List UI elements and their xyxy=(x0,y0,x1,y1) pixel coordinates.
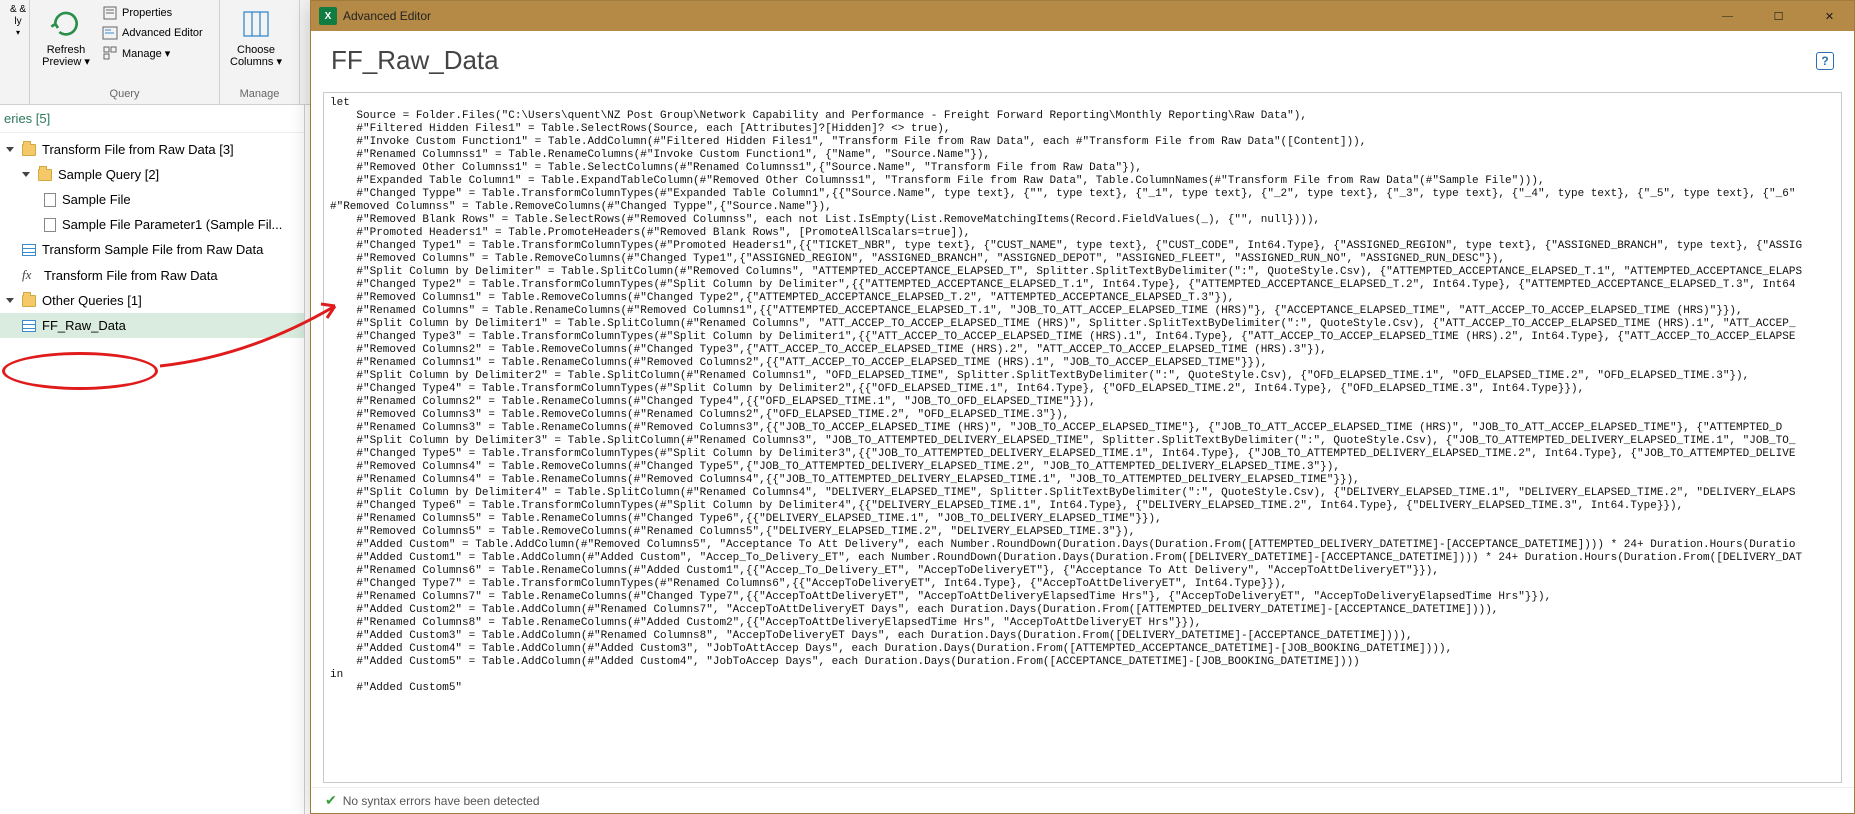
query-item-label: Transform File from Raw Data [3] xyxy=(42,142,234,157)
table-icon xyxy=(22,244,36,256)
check-icon: ✔ xyxy=(325,792,337,809)
status-text: No syntax errors have been detected xyxy=(343,794,540,808)
manage-icon xyxy=(102,45,118,61)
query-item-label: Transform File from Raw Data xyxy=(44,268,218,283)
query-item-2[interactable]: Sample File xyxy=(0,187,304,212)
folder-icon xyxy=(38,169,52,181)
query-group: Refresh Preview ▾ Properties Advanced Ed… xyxy=(30,0,220,104)
close-button[interactable]: ✕ xyxy=(1807,2,1852,30)
queries-tree: Transform File from Raw Data [3] Sample Q… xyxy=(0,133,304,342)
query-item-label: FF_Raw_Data xyxy=(42,318,126,333)
code-text[interactable]: let Source = Folder.Files("C:\Users\quen… xyxy=(324,93,1841,699)
help-button[interactable]: ? xyxy=(1816,52,1834,70)
refresh-icon xyxy=(50,8,82,40)
maximize-button[interactable]: ☐ xyxy=(1756,2,1801,30)
caret-icon xyxy=(6,298,14,303)
advanced-editor-titlebar[interactable]: X Advanced Editor — ☐ ✕ xyxy=(311,1,1854,31)
query-item-label: Sample File Parameter1 (Sample Fil... xyxy=(62,217,282,232)
folder-icon xyxy=(22,295,36,307)
query-item-4[interactable]: Transform Sample File from Raw Data xyxy=(0,237,304,262)
syntax-status: ✔ No syntax errors have been detected xyxy=(311,787,1854,813)
manage-group-label: Manage xyxy=(226,86,293,102)
caret-icon xyxy=(6,147,14,152)
manage-button[interactable]: Manage ▾ xyxy=(100,44,205,62)
excel-icon: X xyxy=(319,7,337,25)
query-name-heading: FF_Raw_Data xyxy=(331,45,499,76)
query-item-label: Sample File xyxy=(62,192,131,207)
choose-columns-icon xyxy=(240,8,272,40)
properties-button[interactable]: Properties xyxy=(100,4,205,22)
query-item-3[interactable]: Sample File Parameter1 (Sample Fil... xyxy=(0,212,304,237)
advanced-editor-body: FF_Raw_Data ? let Source = Folder.Files(… xyxy=(311,31,1854,813)
manage-columns-group: Choose Columns ▾ Manage xyxy=(220,0,300,104)
advanced-editor-icon xyxy=(102,25,118,41)
choose-columns-button[interactable]: Choose Columns ▾ xyxy=(226,2,286,70)
close-apply-button[interactable]: & & ly ▾ xyxy=(6,2,30,39)
query-item-7[interactable]: FF_Raw_Data xyxy=(0,313,304,338)
queries-header: eries [5] xyxy=(0,105,304,133)
query-item-label: Sample Query [2] xyxy=(58,167,159,182)
properties-icon xyxy=(102,5,118,21)
query-item-6[interactable]: Other Queries [1] xyxy=(0,288,304,313)
fx-icon: fx xyxy=(22,267,38,283)
folder-icon xyxy=(22,144,36,156)
query-item-label: Transform Sample File from Raw Data xyxy=(42,242,263,257)
code-editor[interactable]: let Source = Folder.Files("C:\Users\quen… xyxy=(323,92,1842,783)
refresh-preview-button[interactable]: Refresh Preview ▾ xyxy=(36,2,96,70)
table-icon xyxy=(22,320,36,332)
minimize-button[interactable]: — xyxy=(1705,2,1750,30)
advanced-editor-button[interactable]: Advanced Editor xyxy=(100,24,205,42)
advanced-editor-window: X Advanced Editor — ☐ ✕ FF_Raw_Data ? le… xyxy=(310,0,1855,814)
query-item-0[interactable]: Transform File from Raw Data [3] xyxy=(0,137,304,162)
parameter-icon xyxy=(44,218,56,232)
query-item-label: Other Queries [1] xyxy=(42,293,142,308)
query-item-1[interactable]: Sample Query [2] xyxy=(0,162,304,187)
window-title: Advanced Editor xyxy=(343,9,431,23)
queries-panel: eries [5] Transform File from Raw Data [… xyxy=(0,105,305,814)
query-group-label: Query xyxy=(36,86,213,102)
query-item-5[interactable]: fx Transform File from Raw Data xyxy=(0,262,304,288)
document-icon xyxy=(44,193,56,207)
close-apply-group: & & ly ▾ xyxy=(0,0,30,104)
caret-icon xyxy=(22,172,30,177)
